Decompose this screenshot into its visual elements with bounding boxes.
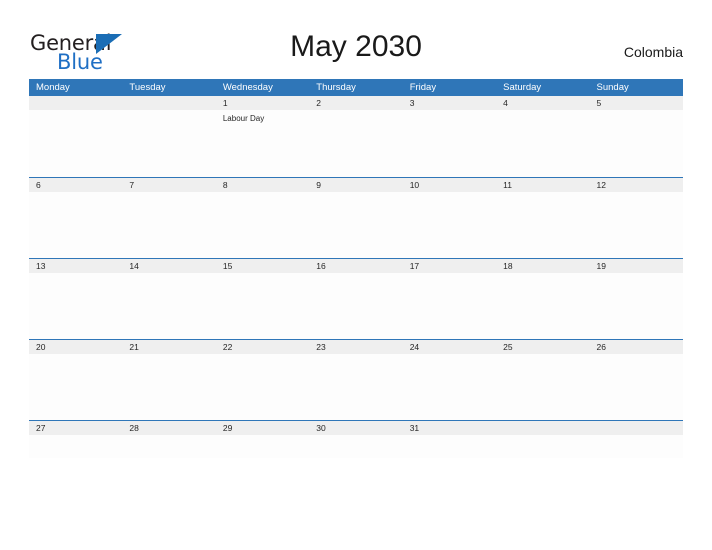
day-number-empty	[122, 96, 215, 110]
day-cell[interactable]	[309, 354, 402, 357]
day-cell[interactable]	[309, 192, 402, 195]
weekday-header-thursday: Thursday	[316, 82, 356, 93]
day-cell[interactable]	[403, 192, 496, 195]
day-cell[interactable]	[29, 354, 122, 357]
day-number[interactable]: 22	[216, 340, 309, 354]
day-cell[interactable]	[496, 192, 589, 195]
day-cell[interactable]	[590, 435, 683, 438]
day-cell[interactable]	[29, 192, 122, 195]
day-number[interactable]: 3	[403, 96, 496, 110]
calendar-week-row: 20 21 22 23 24 25 26	[29, 339, 683, 420]
day-cell[interactable]	[309, 273, 402, 276]
day-cell[interactable]	[403, 354, 496, 357]
calendar-week-row: 6 7 8 9 10 11 12	[29, 177, 683, 258]
day-event-strip: Labour Day	[29, 110, 683, 124]
day-number[interactable]: 25	[496, 340, 589, 354]
day-number[interactable]: 27	[29, 421, 122, 435]
day-cell[interactable]	[590, 354, 683, 357]
weekday-header-row: Monday Tuesday Wednesday Thursday Friday Satu…	[29, 79, 683, 96]
day-cell[interactable]	[216, 354, 309, 357]
day-cell[interactable]	[403, 273, 496, 276]
day-cell[interactable]	[216, 273, 309, 276]
calendar-grid: Monday Tuesday Wednesday Thursday Friday Satu…	[29, 79, 683, 458]
calendar-weeks: 1 2 3 4 5 Labour Day 6 7 8 9 10 11 12 13 14 15 16 17 18 19 2…	[29, 96, 683, 458]
day-number[interactable]: 24	[403, 340, 496, 354]
day-number[interactable]: 14	[122, 259, 215, 273]
day-number[interactable]: 12	[590, 178, 683, 192]
page-header: General Blue May 2030 Colombia	[0, 0, 712, 79]
day-number[interactable]: 26	[590, 340, 683, 354]
day-cell[interactable]	[590, 192, 683, 195]
day-number[interactable]: 28	[122, 421, 215, 435]
date-number-strip: 27 28 29 30 31	[29, 420, 683, 435]
day-number-empty	[496, 421, 589, 435]
day-cell[interactable]	[590, 273, 683, 276]
day-cell[interactable]	[309, 110, 402, 124]
date-number-strip: 13 14 15 16 17 18 19	[29, 258, 683, 273]
day-cell[interactable]	[122, 354, 215, 357]
day-number[interactable]: 1	[216, 96, 309, 110]
day-number[interactable]: 19	[590, 259, 683, 273]
day-cell[interactable]	[496, 435, 589, 438]
weekday-header-tuesday: Tuesday	[129, 82, 166, 93]
day-event-strip	[29, 435, 683, 438]
day-number[interactable]: 7	[122, 178, 215, 192]
day-cell[interactable]	[590, 110, 683, 124]
day-number[interactable]: 23	[309, 340, 402, 354]
date-number-strip: 12345	[29, 96, 683, 110]
day-cell[interactable]	[496, 354, 589, 357]
weekday-header-friday: Friday	[409, 82, 437, 93]
date-number-strip: 6 7 8 9 10 11 12	[29, 177, 683, 192]
day-cell[interactable]	[122, 192, 215, 195]
country-label: Colombia	[623, 44, 683, 60]
date-number-strip: 20 21 22 23 24 25 26	[29, 339, 683, 354]
page-title: May 2030	[290, 30, 422, 63]
day-number[interactable]: 2	[309, 96, 402, 110]
day-cell[interactable]	[309, 435, 402, 438]
day-number[interactable]: 21	[122, 340, 215, 354]
day-number[interactable]: 9	[309, 178, 402, 192]
day-number[interactable]: 8	[216, 178, 309, 192]
day-cell[interactable]	[403, 110, 496, 124]
day-number[interactable]: 16	[309, 259, 402, 273]
day-number[interactable]: 4	[496, 96, 589, 110]
day-cell[interactable]	[29, 435, 122, 438]
day-cell[interactable]: Labour Day	[216, 110, 309, 124]
weekday-header-sunday: Sunday	[596, 82, 629, 93]
calendar-week-row: 1 2 3 4 5 Labour Day	[29, 96, 683, 177]
calendar-week-row: 27 28 29 30 31	[29, 420, 683, 458]
holiday-label: Labour Day	[222, 114, 265, 123]
day-cell[interactable]	[216, 192, 309, 195]
day-number[interactable]: 10	[403, 178, 496, 192]
day-cell[interactable]	[29, 110, 122, 124]
day-number[interactable]: 13	[29, 259, 122, 273]
day-cell[interactable]	[496, 110, 589, 124]
day-event-strip	[29, 273, 683, 276]
day-cell[interactable]	[29, 273, 122, 276]
day-number[interactable]: 15	[216, 259, 309, 273]
day-cell[interactable]	[122, 110, 215, 124]
day-number[interactable]: 6	[29, 178, 122, 192]
day-number[interactable]: 31	[403, 421, 496, 435]
day-number[interactable]: 17	[403, 259, 496, 273]
day-cell[interactable]	[216, 435, 309, 438]
day-cell[interactable]	[403, 435, 496, 438]
day-number-empty	[590, 421, 683, 435]
day-event-strip	[29, 354, 683, 357]
day-number[interactable]: 5	[590, 96, 683, 110]
day-number[interactable]: 18	[496, 259, 589, 273]
day-cell[interactable]	[122, 435, 215, 438]
day-number-empty	[29, 96, 122, 110]
day-number[interactable]: 11	[496, 178, 589, 192]
weekday-header-monday: Monday	[36, 82, 70, 93]
weekday-header-wednesday: Wednesday	[222, 82, 273, 93]
day-cell[interactable]	[496, 273, 589, 276]
day-event-strip	[29, 192, 683, 195]
day-number[interactable]: 20	[29, 340, 122, 354]
day-number[interactable]: 29	[216, 421, 309, 435]
calendar-week-row: 13 14 15 16 17 18 19	[29, 258, 683, 339]
day-cell[interactable]	[122, 273, 215, 276]
weekday-header-saturday: Saturday	[503, 82, 542, 93]
day-number[interactable]: 30	[309, 421, 402, 435]
